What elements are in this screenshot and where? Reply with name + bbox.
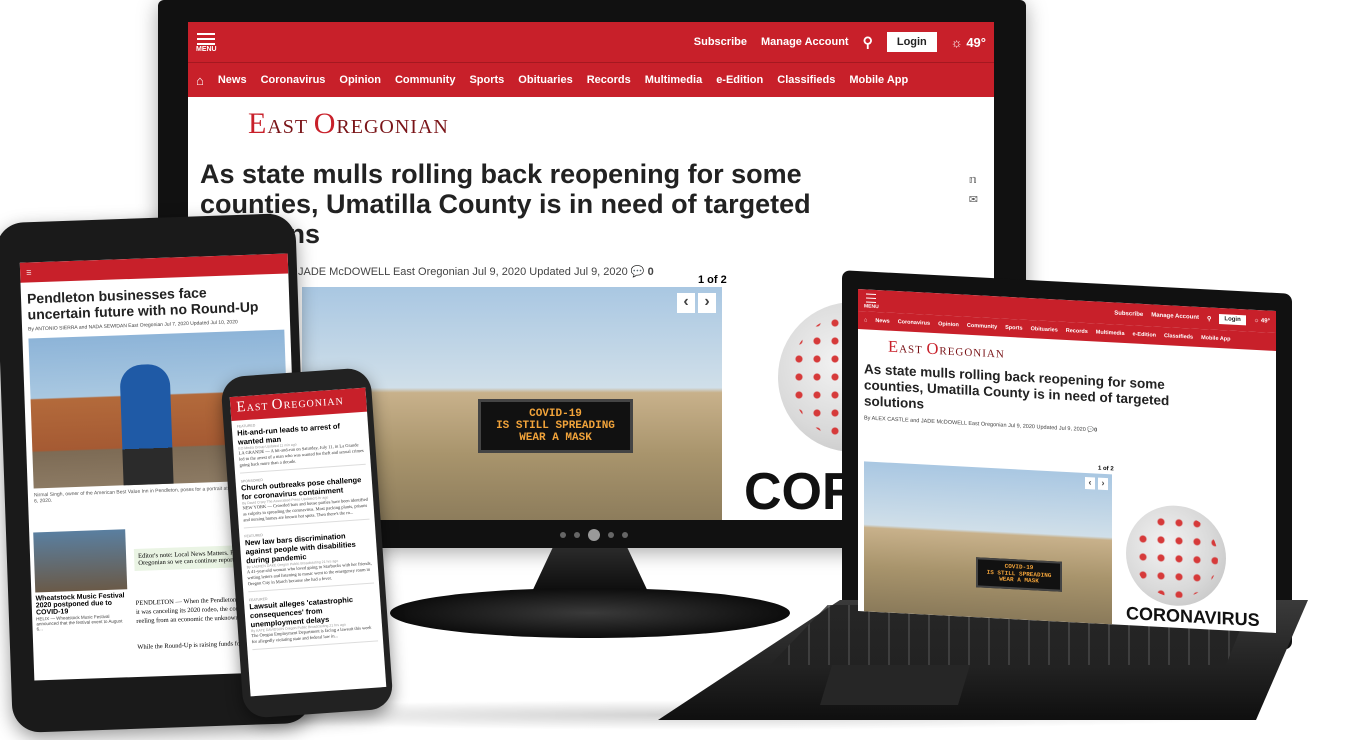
- weather-widget: ☼ 49°: [951, 35, 986, 50]
- laptop-nav-obituaries[interactable]: Obituaries: [1031, 326, 1058, 333]
- laptop-covid-sign: COVID-19 IS STILL SPREADING WEAR A MASK: [976, 557, 1062, 592]
- nav-item-coronavirus[interactable]: Coronavirus: [261, 74, 326, 86]
- nav-item-mobile-app[interactable]: Mobile App: [849, 74, 908, 86]
- person-figure: [119, 363, 174, 486]
- laptop-photo: ‹ › COVID-19 IS STILL SPREADING WEAR A M…: [864, 461, 1112, 625]
- sun-icon: ☼: [950, 34, 963, 50]
- nav-item-records[interactable]: Records: [587, 74, 631, 86]
- weather-temp: 49°: [966, 34, 986, 50]
- laptop-nav-sports[interactable]: Sports: [1005, 325, 1022, 332]
- nav-item-multimedia[interactable]: Multimedia: [645, 74, 702, 86]
- laptop-nav-mobile-app[interactable]: Mobile App: [1201, 335, 1230, 343]
- phone-screen: EAST OREGONIAN FEATURED Hit-and-run leads…: [229, 387, 387, 697]
- laptop-manage-account-link[interactable]: Manage Account: [1151, 312, 1199, 321]
- laptop-nav-classifieds[interactable]: Classifieds: [1164, 333, 1193, 341]
- laptop-nav-community[interactable]: Community: [967, 323, 997, 331]
- site-logo[interactable]: EAST OREGONIAN: [188, 97, 994, 147]
- comment-count: 0: [647, 266, 654, 278]
- gallery-count: 1 of 2: [698, 274, 727, 286]
- phone-story-item[interactable]: FEATURED New law bars discrimination agai…: [244, 525, 375, 593]
- tablet-menu-icon[interactable]: ☰: [26, 269, 32, 276]
- laptop-subscribe-link[interactable]: Subscribe: [1114, 310, 1143, 318]
- monitor-controls: [560, 528, 630, 542]
- laptop-nav-e-edition[interactable]: e-Edition: [1133, 331, 1157, 338]
- laptop-coronavirus-graphic: [1126, 503, 1226, 609]
- laptop-chevron-right-icon[interactable]: ›: [1098, 477, 1108, 491]
- manage-account-link[interactable]: Manage Account: [761, 36, 849, 48]
- menu-button[interactable]: MENU: [196, 31, 217, 53]
- search-icon[interactable]: ⚲: [863, 34, 873, 51]
- nav-item-opinion[interactable]: Opinion: [339, 74, 381, 86]
- tablet-side-headline: Wheatstock Music Festival 2020 postponed…: [35, 592, 125, 617]
- nav-item-news[interactable]: News: [218, 74, 247, 86]
- nav-item-community[interactable]: Community: [395, 74, 456, 86]
- article-headline: As state mulls rolling back reopening fo…: [200, 159, 811, 249]
- nav-item-obituaries[interactable]: Obituaries: [518, 74, 572, 86]
- laptop-home-icon[interactable]: ⌂: [864, 317, 867, 323]
- chevron-right-icon[interactable]: ›: [698, 293, 716, 313]
- laptop-weather: ☼ 49°: [1253, 317, 1270, 325]
- phone-story-item[interactable]: SPONSORED Church outbreaks pose challenge…: [240, 470, 370, 529]
- tablet-side-story[interactable]: Wheatstock Music Festival 2020 postponed…: [33, 529, 128, 631]
- home-icon[interactable]: ⌂: [196, 73, 204, 88]
- chevron-left-icon[interactable]: ‹: [677, 293, 695, 313]
- phone-story-item[interactable]: FEATURED Lawsuit alleges 'catastrophic co…: [248, 589, 379, 651]
- nav-item-sports[interactable]: Sports: [469, 74, 504, 86]
- laptop-nav-opinion[interactable]: Opinion: [938, 321, 959, 328]
- phone-story-item[interactable]: FEATURED Hit-and-run leads to arrest of w…: [236, 415, 366, 474]
- share-icons: 𝕟 ✉: [969, 170, 978, 210]
- gallery-nav: ‹ ›: [677, 293, 716, 313]
- nav-item-e-edition[interactable]: e-Edition: [716, 74, 763, 86]
- phone-story-list: FEATURED Hit-and-run leads to arrest of w…: [231, 412, 383, 661]
- twitter-icon[interactable]: 𝕟: [969, 170, 978, 190]
- laptop-menu-button[interactable]: MENU: [864, 291, 879, 310]
- laptop-gallery-nav: ‹ ›: [1085, 476, 1108, 491]
- laptop-nav-records[interactable]: Records: [1066, 328, 1088, 335]
- menu-label: MENU: [196, 46, 217, 53]
- nav-item-classifieds[interactable]: Classifieds: [777, 74, 835, 86]
- laptop-touchpad: [820, 665, 970, 705]
- site-topbar: MENU Subscribe Manage Account ⚲ Login ☼ …: [188, 22, 994, 62]
- laptop-chevron-left-icon[interactable]: ‹: [1085, 476, 1095, 490]
- laptop-search-icon[interactable]: ⚲: [1207, 315, 1211, 322]
- monitor-stand: [390, 588, 790, 638]
- comment-icon[interactable]: 💬: [631, 266, 645, 278]
- laptop-gallery-count: 1 of 2: [1098, 465, 1114, 473]
- covid-sign: COVID-19 IS STILL SPREADING WEAR A MASK: [478, 399, 633, 454]
- email-icon[interactable]: ✉: [969, 190, 978, 210]
- tablet-side-text: HELIX — Wheatstock Music Festival announ…: [36, 613, 123, 632]
- hamburger-icon: [197, 32, 216, 35]
- laptop-login-button[interactable]: Login: [1219, 313, 1246, 326]
- tablet-side-photo: [33, 529, 128, 593]
- subscribe-link[interactable]: Subscribe: [694, 36, 747, 48]
- laptop-nav-news[interactable]: News: [875, 318, 889, 325]
- main-nav: ⌂ News Coronavirus Opinion Community Spo…: [188, 62, 994, 97]
- login-button[interactable]: Login: [886, 32, 937, 52]
- laptop-screen: MENU Subscribe Manage Account ⚲ Login ☼ …: [858, 289, 1276, 633]
- laptop-nav-coronavirus[interactable]: Coronavirus: [898, 319, 930, 327]
- laptop-nav-multimedia[interactable]: Multimedia: [1096, 330, 1125, 338]
